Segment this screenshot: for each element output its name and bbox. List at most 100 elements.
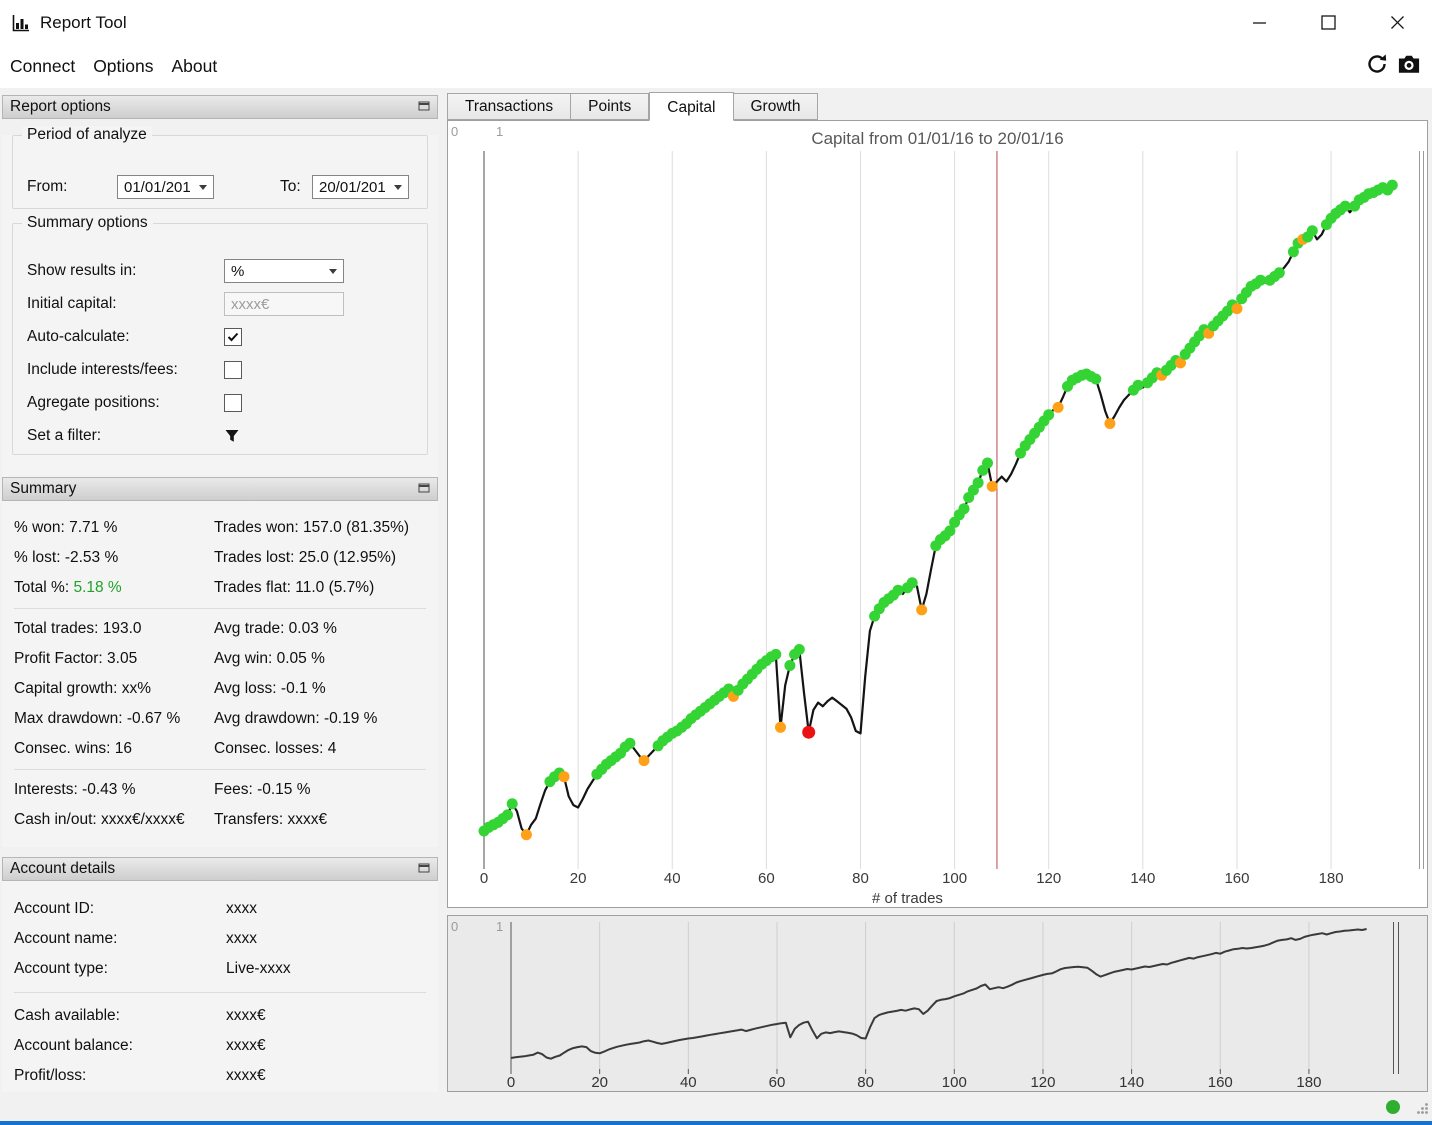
total-percent-label: Total %: [14,579,70,596]
svg-text:140: 140 [1130,870,1155,887]
chart-title: Capital from 01/01/16 to 20/01/16 [811,129,1064,148]
report-options-title: Report options [10,98,111,115]
summary-row: Total %: 5.18 % Trades flat: 11.0 (5.7%) [2,573,438,603]
trades-flat: Trades flat: 11.0 (5.7%) [214,579,375,596]
dock-float-icon[interactable] [418,480,430,498]
report-options-panel: Report options Period of analyze From: 0… [2,95,438,479]
summary-row: % won: 7.71 % Trades won: 157.0 (81.35%) [2,513,438,543]
filter-button[interactable] [224,428,240,444]
menu-connect[interactable]: Connect [1,50,84,83]
account-row: Account name: xxxx [14,930,257,947]
account-details-panel: Account details Account ID: xxxx Account … [2,857,438,1109]
report-options-header[interactable]: Report options [2,95,438,119]
capital-chart-plot: 0 20 40 60 80 100 120 140 160 180 [478,151,1424,887]
maximize-button[interactable] [1294,0,1363,45]
overview-chart-plot: 0 20 40 60 80 100 120 140 160 180 [507,922,1399,1091]
account-row: Account balance: xxxx€ [14,1037,266,1054]
toolbar-icons [1366,45,1420,88]
period-groupbox: Period of analyze From: 01/01/201 To: 20… [12,126,428,209]
summary-row: Consec. wins: 16 Consec. losses: 4 [14,740,337,757]
summary-options-title: Summary options [22,214,153,232]
tab-capital[interactable]: Capital [649,92,734,121]
close-button[interactable] [1363,0,1432,45]
capital-chart[interactable]: 0 1 0 20 40 60 80 100 120 140 160 180 Capital fro… [447,120,1428,908]
show-results-label: Show results in: [27,262,137,279]
divider [14,608,426,609]
screenshot-camera-icon[interactable] [1398,54,1420,79]
tab-transactions[interactable]: Transactions [447,93,572,120]
connection-status-dot [1386,1100,1400,1114]
menu-about[interactable]: About [163,50,227,83]
svg-text:180: 180 [1296,1074,1321,1091]
show-results-value: % [231,262,245,280]
svg-text:20: 20 [570,870,587,887]
app-icon [11,13,31,33]
account-details-header[interactable]: Account details [2,857,438,881]
x-axis-label: # of trades [872,890,943,907]
summary-row: Interests: -0.43 % Fees: -0.15 % [14,781,311,798]
summary-body: % won: 7.71 % Trades won: 157.0 (81.35%)… [2,501,438,847]
from-date-value: 01/01/201 [124,178,191,196]
svg-text:100: 100 [942,1074,967,1091]
svg-text:120: 120 [1036,870,1061,887]
window-bottom-border [0,1121,1432,1125]
to-date-value: 20/01/201 [319,178,386,196]
refresh-icon[interactable] [1366,53,1388,80]
to-date-combo[interactable]: 20/01/201 [312,175,409,199]
svg-text:100: 100 [942,870,967,887]
dock-float-icon[interactable] [418,98,430,116]
auto-calculate-label: Auto-calculate: [27,328,130,345]
minimize-button[interactable] [1225,0,1294,45]
svg-text:120: 120 [1030,1074,1055,1091]
svg-text:160: 160 [1224,870,1249,887]
account-row: Account ID: xxxx [14,900,257,917]
aggregate-positions-label: Agregate positions: [27,394,160,411]
from-date-combo[interactable]: 01/01/201 [117,175,214,199]
summary-options-groupbox: Summary options Show results in: % Initi… [12,214,428,455]
svg-text:80: 80 [852,870,869,887]
divider [14,992,426,993]
initial-capital-label: Initial capital: [27,295,117,312]
include-fees-checkbox[interactable] [224,361,242,379]
menubar: Connect Options About [0,45,1432,88]
summary-row: Cash in/out: xxxx€/xxxx€ Transfers: xxxx€ [14,811,328,828]
tab-growth[interactable]: Growth [733,93,819,120]
account-details-body: Account ID: xxxx Account name: xxxx Accoun… [2,881,438,1109]
statusbar [0,1092,1432,1121]
auto-calculate-checkbox[interactable] [224,328,242,346]
check-icon [227,332,239,342]
app-window: Report Tool Connect Options About Report… [0,0,1432,1125]
svg-text:60: 60 [769,1074,786,1091]
divider [14,769,426,770]
from-label: From: [27,178,68,195]
menu-options[interactable]: Options [84,50,162,83]
summary-row: Capital growth: xx% Avg loss: -0.1 % [14,680,326,697]
svg-text:140: 140 [1119,1074,1144,1091]
window-title: Report Tool [40,12,127,32]
summary-row: Total trades: 193.0 Avg trade: 0.03 % [14,620,337,637]
funnel-icon [225,430,239,442]
svg-text:20: 20 [591,1074,608,1091]
set-filter-label: Set a filter: [27,427,102,444]
summary-header[interactable]: Summary [2,477,438,501]
summary-panel: Summary % won: 7.71 % Trades won: 157.0 … [2,477,438,847]
overview-chart[interactable]: 0 1 0 20 40 60 80 100 120 140 160 180 [447,915,1428,1092]
summary-row: Profit Factor: 3.05 Avg win: 0.05 % [14,650,325,667]
caption-buttons [1225,0,1432,45]
pct-won: % won: 7.71 % [14,519,118,536]
initial-capital-input[interactable] [224,292,344,316]
account-row: Account type: Live-xxxx [14,960,291,977]
dock-float-icon[interactable] [418,860,430,878]
pct-lost: % lost: -2.53 % [14,549,119,566]
summary-row: % lost: -2.53 % Trades lost: 25.0 (12.95… [2,543,438,573]
trades-lost: Trades lost: 25.0 (12.95%) [214,549,397,566]
show-results-combo[interactable]: % [224,259,344,283]
resize-grip[interactable] [1416,1102,1429,1120]
svg-text:0: 0 [480,870,488,887]
titlebar: Report Tool [0,0,1432,45]
tab-points[interactable]: Points [571,93,650,120]
aggregate-positions-checkbox[interactable] [224,394,242,412]
period-groupbox-title: Period of analyze [22,126,152,144]
report-options-body: Period of analyze From: 01/01/201 To: 20… [2,126,438,479]
svg-text:60: 60 [758,870,775,887]
